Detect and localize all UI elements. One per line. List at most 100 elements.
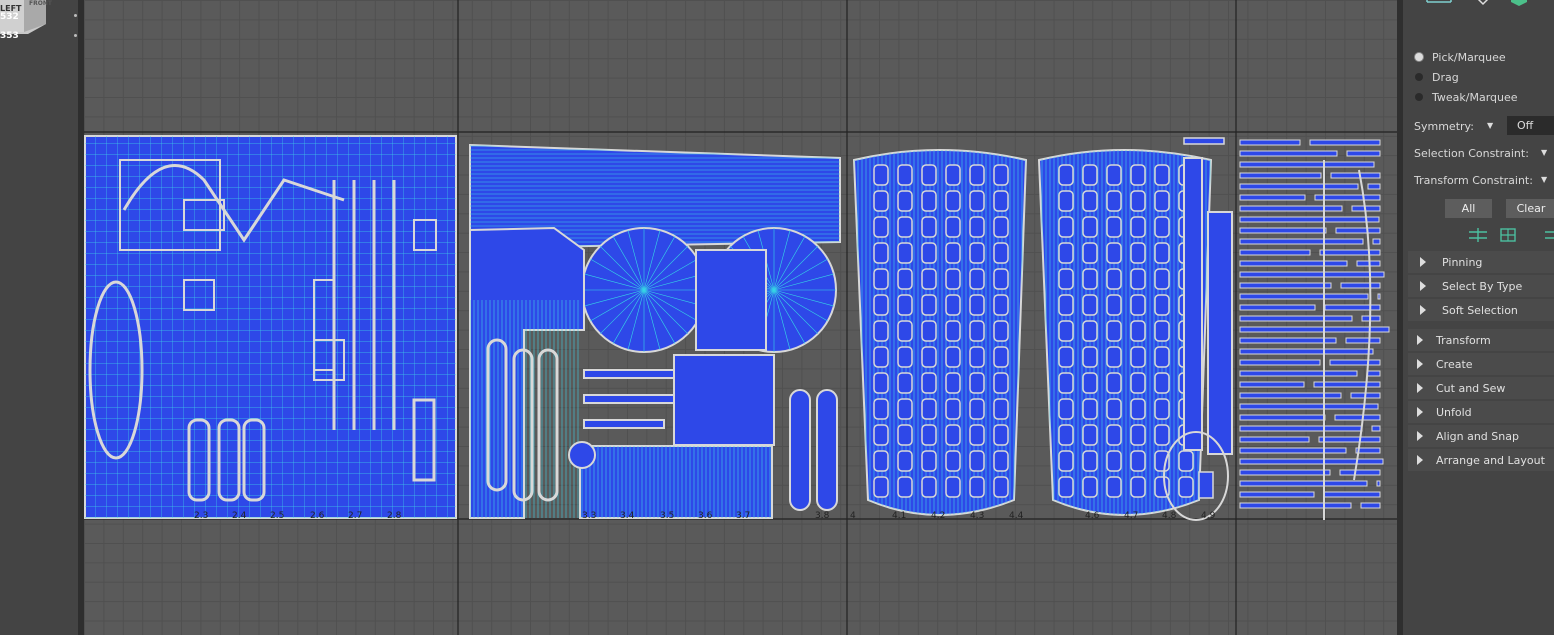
uv-shell[interactable]: [1372, 238, 1381, 245]
uv-shell-outline[interactable]: [993, 190, 1009, 212]
uv-shell-outline[interactable]: [945, 424, 961, 446]
uv-shell-outline[interactable]: [1154, 424, 1170, 446]
uv-shell-outline[interactable]: [1058, 242, 1074, 264]
uv-shell[interactable]: [1239, 425, 1363, 432]
uv-shell-outline[interactable]: [1058, 450, 1074, 472]
uv-shell-outline[interactable]: [1082, 190, 1098, 212]
section-align-and-snap[interactable]: Align and Snap: [1408, 425, 1554, 447]
uv-shell-outline[interactable]: [921, 190, 937, 212]
clear-button[interactable]: Clear: [1506, 199, 1554, 218]
uv-shell[interactable]: [1318, 436, 1381, 443]
uv-shell-outline[interactable]: [1154, 320, 1170, 342]
uv-shell-outline[interactable]: [1082, 372, 1098, 394]
uv-shell-outline[interactable]: [1130, 450, 1146, 472]
uv-shell[interactable]: [695, 249, 767, 351]
uv-shell[interactable]: [1239, 491, 1315, 498]
uv-shell[interactable]: [1239, 315, 1353, 322]
uv-shell-outline[interactable]: [921, 242, 937, 264]
uv-shell-outline[interactable]: [1082, 320, 1098, 342]
uv-shell-outline[interactable]: [1178, 450, 1194, 472]
uv-shell-outline[interactable]: [897, 424, 913, 446]
uv-shell-outline[interactable]: [945, 164, 961, 186]
uv-shell-outline[interactable]: [873, 294, 889, 316]
uv-shell-outline[interactable]: [993, 164, 1009, 186]
uv-shell[interactable]: [1239, 326, 1390, 333]
uv-shell-outline[interactable]: [1058, 372, 1074, 394]
uv-shell[interactable]: [816, 389, 838, 511]
uv-shell[interactable]: [1324, 304, 1381, 311]
uv-shell-outline[interactable]: [969, 372, 985, 394]
uv-shell[interactable]: [1239, 194, 1306, 201]
uv-shell-outline[interactable]: [1154, 346, 1170, 368]
uv-shell-outline[interactable]: [921, 450, 937, 472]
radio-icon[interactable]: [1415, 73, 1423, 81]
uv-shell-outline[interactable]: [897, 164, 913, 186]
uv-shell-outline[interactable]: [1130, 294, 1146, 316]
uv-shell-outline[interactable]: [945, 346, 961, 368]
uv-shell-outline[interactable]: [1130, 398, 1146, 420]
section-arrange-and-layout[interactable]: Arrange and Layout: [1408, 449, 1554, 471]
uv-shell[interactable]: [1356, 260, 1381, 267]
section-create[interactable]: Create: [1408, 353, 1554, 375]
uv-shell[interactable]: [1335, 227, 1381, 234]
uv-shell-outline[interactable]: [1106, 398, 1122, 420]
uv-shell-outline[interactable]: [1154, 268, 1170, 290]
uv-shell-outline[interactable]: [897, 242, 913, 264]
mode-drag[interactable]: Drag: [1415, 70, 1459, 84]
uv-shell[interactable]: [1239, 414, 1326, 421]
mode-pick-marquee[interactable]: Pick/Marquee: [1415, 50, 1506, 64]
uv-shell-outline[interactable]: [1106, 450, 1122, 472]
uv-shell[interactable]: [1309, 139, 1381, 146]
uv-shell-outline[interactable]: [1106, 164, 1122, 186]
uv-shell[interactable]: [1239, 161, 1375, 168]
chevron-down-icon[interactable]: ▼: [1487, 121, 1493, 130]
uv-shell-outline[interactable]: [1058, 424, 1074, 446]
uv-shell-outline[interactable]: [945, 398, 961, 420]
uv-shell-outline[interactable]: [1082, 294, 1098, 316]
uv-shell-outline[interactable]: [873, 476, 889, 498]
uv-shell[interactable]: [1239, 271, 1385, 278]
uv-shell[interactable]: [1239, 392, 1342, 399]
uv-shell[interactable]: [1239, 337, 1337, 344]
uv-shell-outline[interactable]: [1154, 398, 1170, 420]
uv-shell-outline[interactable]: [1058, 190, 1074, 212]
uv-shell[interactable]: [1239, 480, 1368, 487]
uv-wireframe[interactable]: [85, 136, 456, 518]
uv-shell[interactable]: [1239, 205, 1343, 212]
uv-shell-outline[interactable]: [993, 424, 1009, 446]
uv-shell[interactable]: [1239, 227, 1327, 234]
uv-shell-outline[interactable]: [969, 320, 985, 342]
uv-shell[interactable]: [1239, 282, 1332, 289]
uv-shell-outline[interactable]: [897, 268, 913, 290]
uv-shell-outline[interactable]: [1106, 216, 1122, 238]
radio-icon[interactable]: [1415, 53, 1423, 61]
uv-shell[interactable]: [1239, 216, 1380, 223]
uv-shell-outline[interactable]: [921, 476, 937, 498]
uv-shell[interactable]: [1371, 425, 1381, 432]
uv-shell[interactable]: [1239, 172, 1322, 179]
uv-shell[interactable]: [789, 389, 811, 511]
uv-shell-outline[interactable]: [1130, 216, 1146, 238]
uv-shell-outline[interactable]: [1082, 476, 1098, 498]
select-all-button[interactable]: All: [1445, 199, 1492, 218]
uv-shell-outline[interactable]: [897, 320, 913, 342]
uv-shell-outline[interactable]: [1154, 164, 1170, 186]
uv-shell-outline[interactable]: [921, 398, 937, 420]
uv-shell-outline[interactable]: [945, 242, 961, 264]
uv-shell[interactable]: [1239, 502, 1352, 509]
uv-shell[interactable]: [1239, 260, 1348, 267]
uv-shell-outline[interactable]: [969, 450, 985, 472]
uv-shell-outline[interactable]: [873, 320, 889, 342]
uv-shell-outline[interactable]: [897, 476, 913, 498]
uv-shell[interactable]: [1323, 491, 1381, 498]
uv-shell-outline[interactable]: [873, 450, 889, 472]
uv-shell-outline[interactable]: [945, 268, 961, 290]
section-select-by-type[interactable]: Select By Type: [1408, 275, 1554, 297]
uv-shell-outline[interactable]: [1082, 164, 1098, 186]
section-soft-selection[interactable]: Soft Selection: [1408, 299, 1554, 321]
uv-shell-outline[interactable]: [1154, 294, 1170, 316]
uv-shell-outline[interactable]: [1154, 372, 1170, 394]
section-transform[interactable]: Transform: [1408, 329, 1554, 351]
uv-shell[interactable]: [1183, 157, 1203, 451]
uv-shell-outline[interactable]: [921, 424, 937, 446]
